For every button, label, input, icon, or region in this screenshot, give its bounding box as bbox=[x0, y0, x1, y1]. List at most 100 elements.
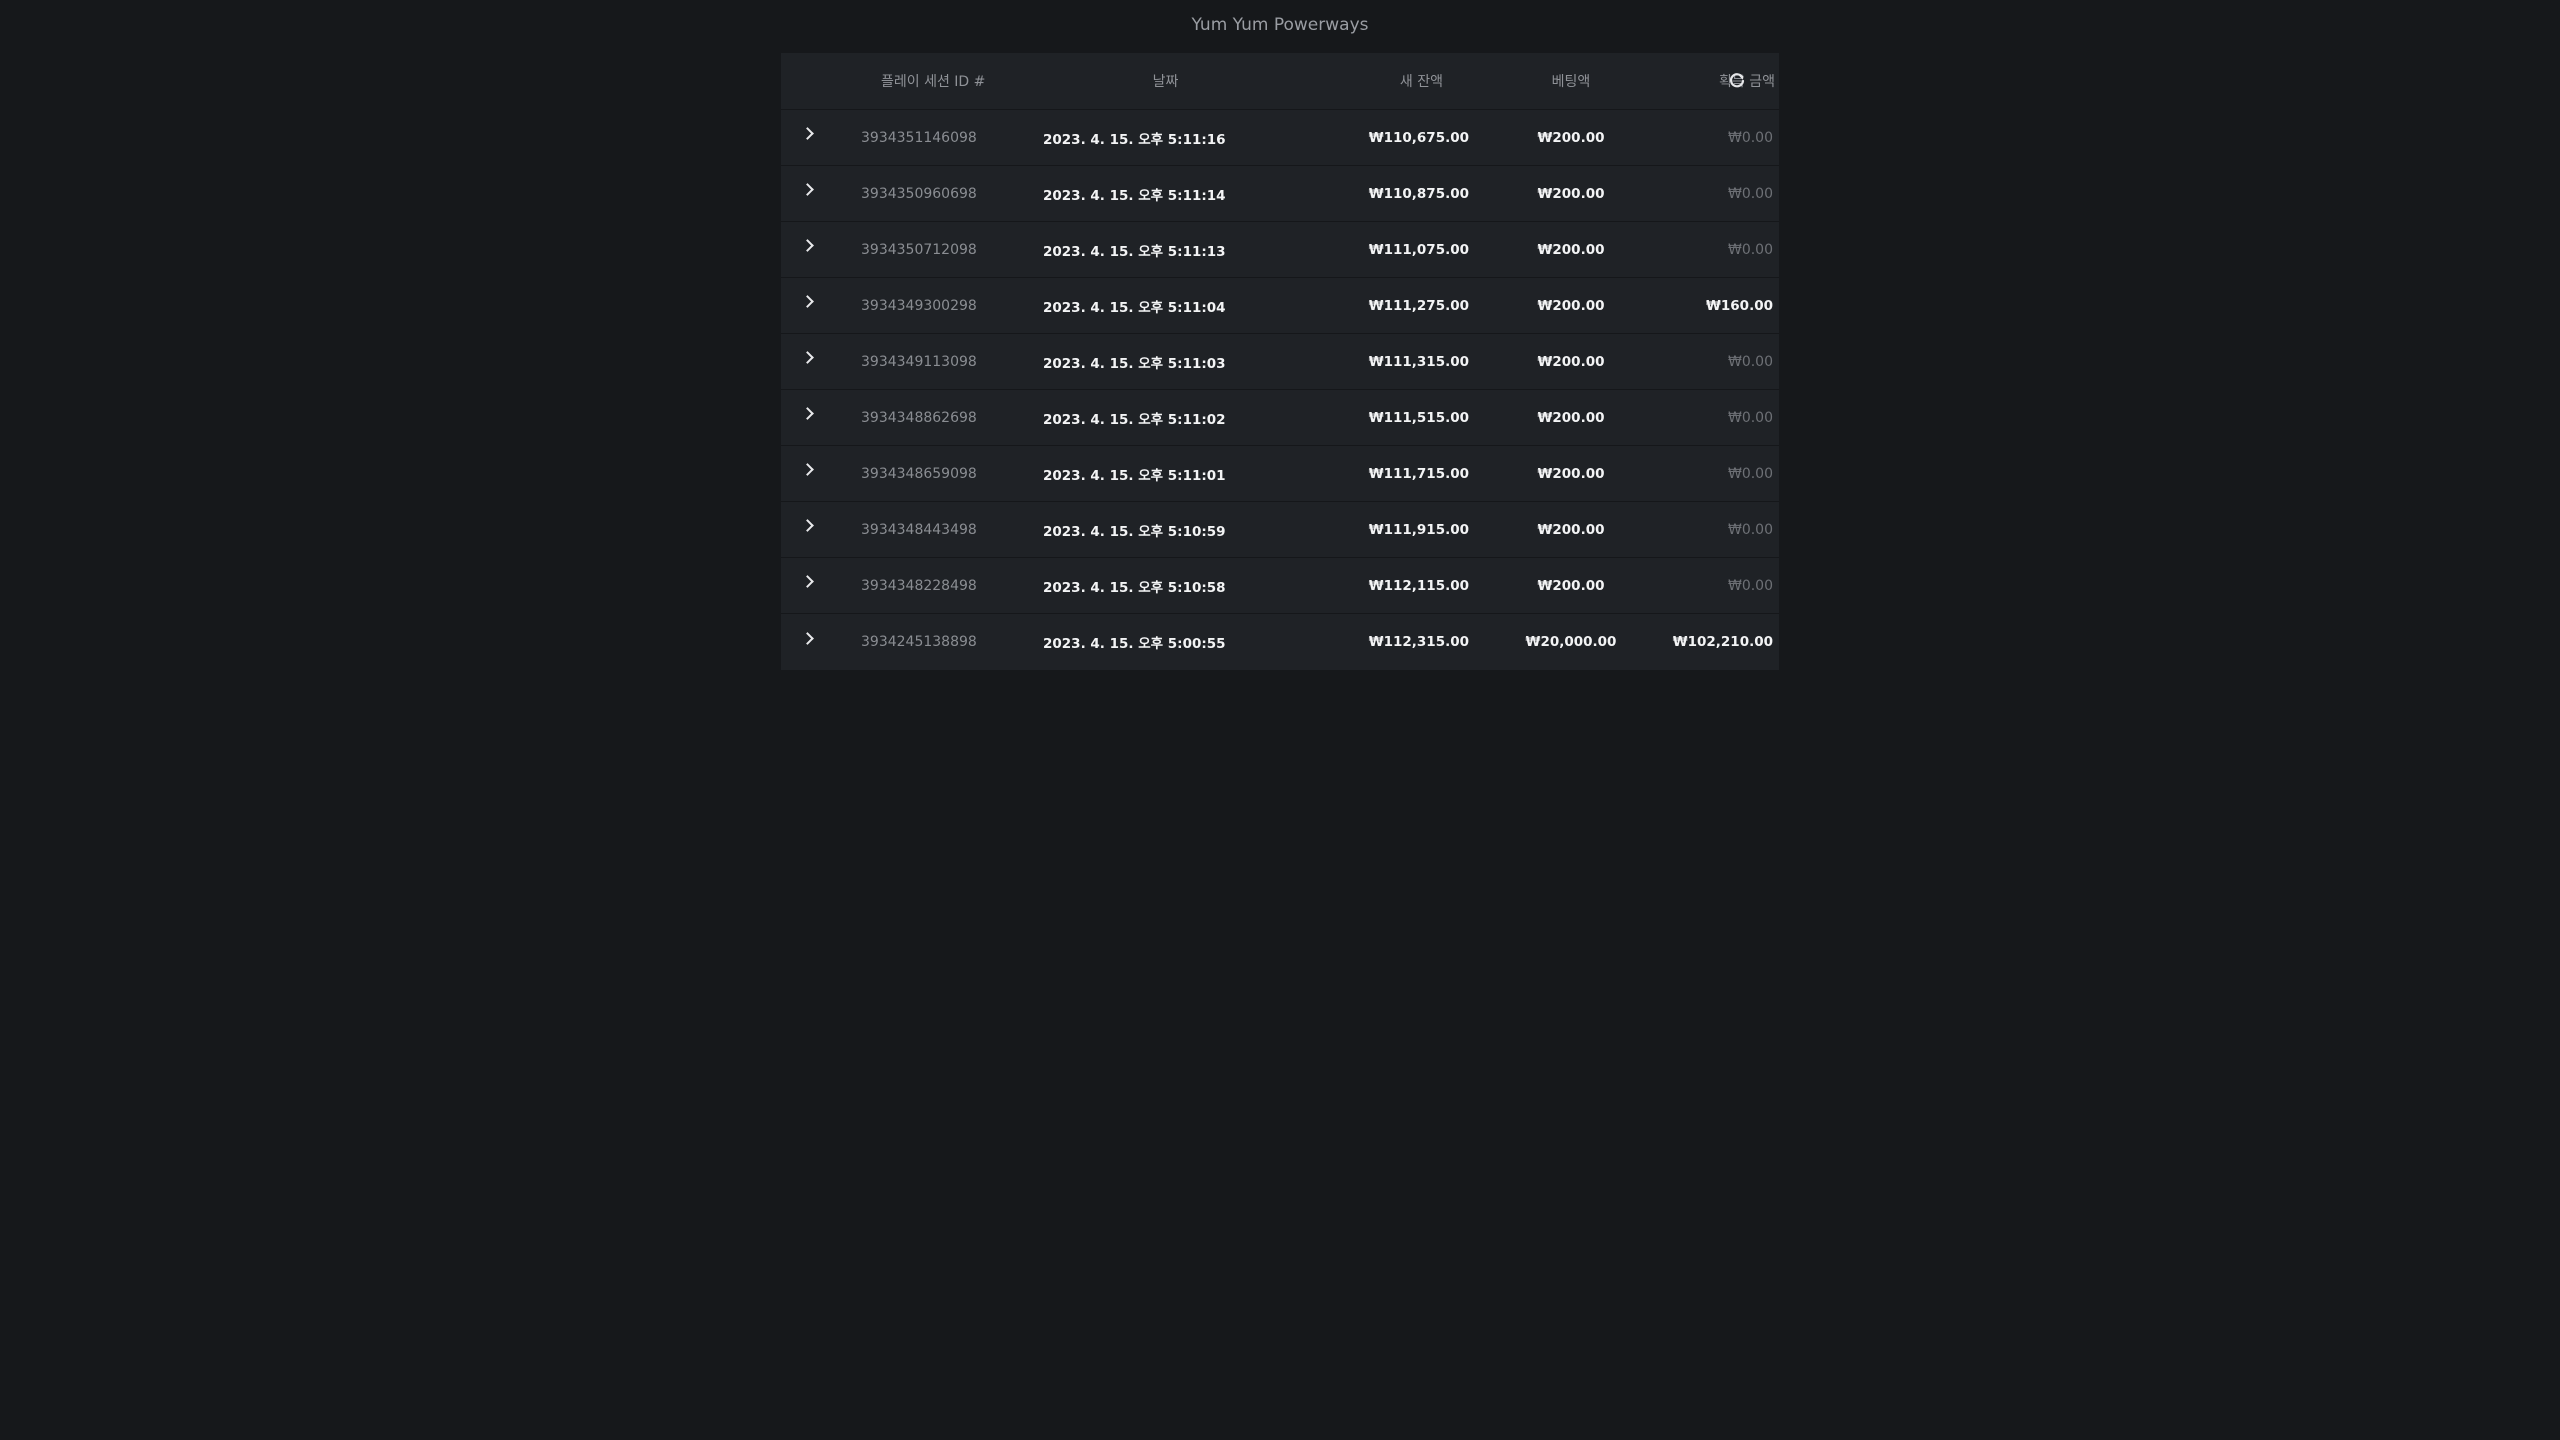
date-cell: 2023. 4. 15. 오후 5:11:01 bbox=[1043, 446, 1278, 501]
bet-cell-text: ₩200.00 bbox=[1537, 465, 1605, 482]
balance-cell: ₩110,875.00 bbox=[1281, 166, 1469, 221]
bet-cell-text: ₩200.00 bbox=[1537, 297, 1605, 314]
balance-cell-text: ₩111,715.00 bbox=[1368, 465, 1469, 482]
session-id-cell-text: 3934349300298 bbox=[861, 297, 977, 314]
session-id-cell: 3934348862698 bbox=[861, 390, 1036, 445]
date-cell-text: 2023. 4. 15. 오후 5:11:04 bbox=[1043, 299, 1226, 316]
session-id-cell-text: 3934348443498 bbox=[861, 521, 977, 538]
header-date: 날짜 bbox=[1152, 74, 1179, 90]
win-cell: ₩0.00 bbox=[1661, 446, 1773, 501]
balance-cell-text: ₩111,315.00 bbox=[1368, 353, 1469, 370]
table-row[interactable]: 3934348443498 2023. 4. 15. 오후 5:10:59 ₩111… bbox=[781, 502, 1779, 558]
balance-cell-text: ₩112,315.00 bbox=[1368, 634, 1469, 650]
balance-cell-text: ₩110,875.00 bbox=[1368, 185, 1469, 202]
bet-cell: ₩200.00 bbox=[1481, 446, 1661, 501]
expand-row-button[interactable] bbox=[781, 390, 833, 445]
date-cell-text: 2023. 4. 15. 오후 5:10:59 bbox=[1043, 523, 1226, 540]
header-balance: 새 잔액 bbox=[1399, 74, 1443, 90]
session-id-cell-text: 3934350712098 bbox=[861, 241, 977, 258]
session-id-cell-text: 3934351146098 bbox=[861, 129, 977, 146]
win-cell-text: ₩0.00 bbox=[1727, 521, 1773, 538]
bet-cell-text: ₩200.00 bbox=[1537, 185, 1605, 202]
balance-cell-text: ₩112,115.00 bbox=[1368, 577, 1469, 594]
balance-cell-text: ₩111,275.00 bbox=[1368, 297, 1469, 314]
session-id-cell: 3934350960698 bbox=[861, 166, 1036, 221]
chevron-right-icon bbox=[800, 407, 814, 420]
win-cell-text: ₩0.00 bbox=[1727, 185, 1773, 202]
table-row[interactable]: 3934349113098 2023. 4. 15. 오후 5:11:03 ₩111… bbox=[781, 334, 1779, 390]
table-row[interactable]: 3934350712098 2023. 4. 15. 오후 5:11:13 ₩111… bbox=[781, 222, 1779, 278]
bet-cell-text: ₩200.00 bbox=[1537, 353, 1605, 370]
date-cell: 2023. 4. 15. 오후 5:11:13 bbox=[1043, 222, 1278, 277]
balance-cell: ₩110,675.00 bbox=[1281, 110, 1469, 165]
win-cell-text: ₩0.00 bbox=[1727, 409, 1773, 426]
history-table: 플레이 세션 ID # 날짜 새 잔액 베팅액 획득 금액 3934351146… bbox=[781, 53, 1779, 670]
session-id-cell-text: 3934349113098 bbox=[861, 353, 977, 370]
date-cell-text: 2023. 4. 15. 오후 5:10:58 bbox=[1043, 579, 1226, 596]
table-row[interactable]: 3934348228498 2023. 4. 15. 오후 5:10:58 ₩112… bbox=[781, 558, 1779, 614]
expand-row-button[interactable] bbox=[781, 278, 833, 333]
expand-row-button[interactable] bbox=[781, 446, 833, 501]
expand-row-button[interactable] bbox=[781, 502, 833, 557]
date-cell: 2023. 4. 15. 오후 5:00:55 bbox=[1043, 614, 1278, 670]
win-cell: ₩102,210.00 bbox=[1661, 614, 1773, 670]
session-id-cell-text: 3934348659098 bbox=[861, 465, 977, 482]
chevron-right-icon bbox=[800, 351, 814, 364]
date-cell: 2023. 4. 15. 오후 5:11:14 bbox=[1043, 166, 1278, 221]
win-cell-text: ₩0.00 bbox=[1727, 577, 1773, 594]
balance-cell: ₩112,115.00 bbox=[1281, 558, 1469, 613]
bet-cell-text: ₩200.00 bbox=[1537, 521, 1605, 538]
chevron-right-icon bbox=[800, 127, 814, 140]
win-cell: ₩160.00 bbox=[1661, 278, 1773, 333]
balance-cell: ₩111,715.00 bbox=[1281, 446, 1469, 501]
bet-cell-text: ₩200.00 bbox=[1537, 577, 1605, 594]
table-body: 3934351146098 2023. 4. 15. 오후 5:11:16 ₩110… bbox=[781, 110, 1779, 670]
win-cell-text: ₩102,210.00 bbox=[1672, 634, 1773, 650]
session-id-cell-text: 3934348862698 bbox=[861, 409, 977, 426]
win-cell-text: ₩0.00 bbox=[1727, 465, 1773, 482]
bet-cell: ₩200.00 bbox=[1481, 334, 1661, 389]
expand-row-button[interactable] bbox=[781, 334, 833, 389]
table-row[interactable]: 3934350960698 2023. 4. 15. 오후 5:11:14 ₩110… bbox=[781, 166, 1779, 222]
page: Yum Yum Powerways 플레이 세션 ID # 날짜 새 잔액 베팅… bbox=[0, 0, 2560, 1440]
win-cell-text: ₩0.00 bbox=[1727, 353, 1773, 370]
bet-cell: ₩200.00 bbox=[1481, 166, 1661, 221]
win-cell: ₩0.00 bbox=[1661, 110, 1773, 165]
bet-cell-text: ₩20,000.00 bbox=[1525, 634, 1617, 650]
bet-cell: ₩200.00 bbox=[1481, 390, 1661, 445]
refresh-icon bbox=[1729, 73, 1745, 88]
win-cell-text: ₩0.00 bbox=[1727, 129, 1773, 146]
win-cell-text: ₩160.00 bbox=[1706, 297, 1773, 314]
session-id-cell-text: 3934350960698 bbox=[861, 185, 977, 202]
chevron-right-icon bbox=[800, 239, 814, 252]
balance-cell: ₩111,315.00 bbox=[1281, 334, 1469, 389]
date-cell: 2023. 4. 15. 오후 5:11:16 bbox=[1043, 110, 1278, 165]
date-cell: 2023. 4. 15. 오후 5:11:02 bbox=[1043, 390, 1278, 445]
win-cell: ₩0.00 bbox=[1661, 334, 1773, 389]
refresh-button[interactable] bbox=[1727, 71, 1747, 91]
expand-row-button[interactable] bbox=[781, 614, 833, 670]
chevron-right-icon bbox=[800, 631, 814, 645]
expand-row-button[interactable] bbox=[781, 110, 833, 165]
expand-row-button[interactable] bbox=[781, 166, 833, 221]
table-row[interactable]: 3934351146098 2023. 4. 15. 오후 5:11:16 ₩110… bbox=[781, 110, 1779, 166]
chevron-right-icon bbox=[800, 183, 814, 196]
table-row[interactable]: 3934245138898 2023. 4. 15. 오후 5:00:55 ₩112… bbox=[781, 614, 1779, 670]
balance-cell-text: ₩111,915.00 bbox=[1368, 521, 1469, 538]
expand-row-button[interactable] bbox=[781, 222, 833, 277]
bet-cell: ₩200.00 bbox=[1481, 222, 1661, 277]
expand-row-button[interactable] bbox=[781, 558, 833, 613]
table-row[interactable]: 3934348659098 2023. 4. 15. 오후 5:11:01 ₩111… bbox=[781, 446, 1779, 502]
bet-cell: ₩200.00 bbox=[1481, 502, 1661, 557]
table-row[interactable]: 3934349300298 2023. 4. 15. 오후 5:11:04 ₩111… bbox=[781, 278, 1779, 334]
bet-cell-text: ₩200.00 bbox=[1537, 241, 1605, 258]
date-cell-text: 2023. 4. 15. 오후 5:11:13 bbox=[1043, 243, 1226, 260]
table-row[interactable]: 3934348862698 2023. 4. 15. 오후 5:11:02 ₩111… bbox=[781, 390, 1779, 446]
chevron-right-icon bbox=[800, 575, 814, 588]
date-cell-text: 2023. 4. 15. 오후 5:00:55 bbox=[1043, 636, 1226, 652]
win-cell: ₩0.00 bbox=[1661, 390, 1773, 445]
date-cell-text: 2023. 4. 15. 오후 5:11:01 bbox=[1043, 467, 1226, 484]
balance-cell-text: ₩111,075.00 bbox=[1368, 241, 1469, 258]
balance-cell: ₩112,315.00 bbox=[1281, 614, 1469, 670]
date-cell-text: 2023. 4. 15. 오후 5:11:16 bbox=[1043, 131, 1226, 148]
